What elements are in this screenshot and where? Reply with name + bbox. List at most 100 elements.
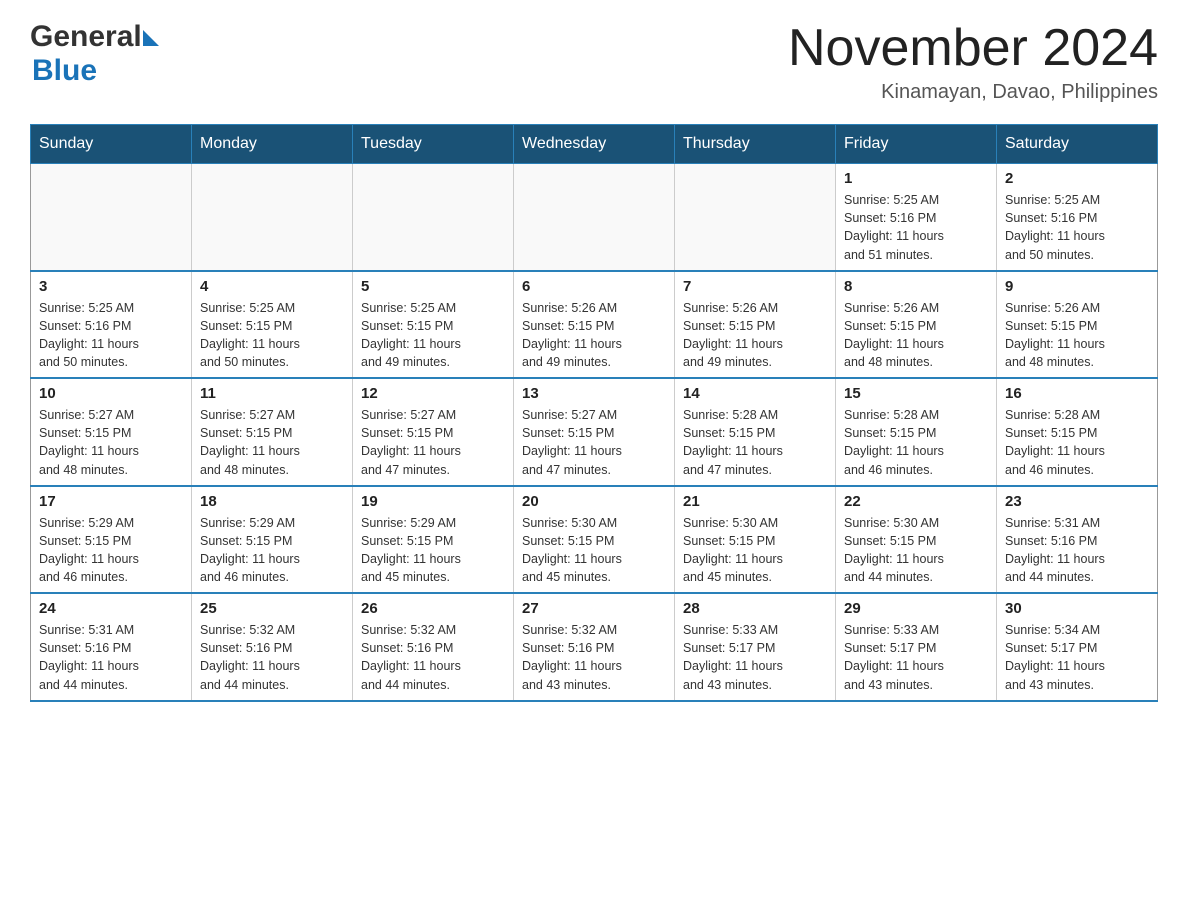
day-info: Sunrise: 5:26 AM Sunset: 5:15 PM Dayligh… <box>1005 299 1149 372</box>
header-cell-thursday: Thursday <box>675 125 836 164</box>
calendar-cell: 6 Sunrise: 5:26 AM Sunset: 5:15 PM Daylig… <box>514 271 675 379</box>
day-number: 4 <box>200 278 344 295</box>
day-info: Sunrise: 5:31 AM Sunset: 5:16 PM Dayligh… <box>39 621 183 694</box>
day-number: 9 <box>1005 278 1149 295</box>
day-number: 29 <box>844 600 988 617</box>
calendar-cell: 11 Sunrise: 5:27 AM Sunset: 5:15 PM Dayli… <box>192 378 353 486</box>
day-number: 2 <box>1005 170 1149 187</box>
day-info: Sunrise: 5:27 AM Sunset: 5:15 PM Dayligh… <box>200 406 344 479</box>
day-number: 16 <box>1005 385 1149 402</box>
day-info: Sunrise: 5:25 AM Sunset: 5:16 PM Dayligh… <box>39 299 183 372</box>
calendar-header: SundayMondayTuesdayWednesdayThursdayFrid… <box>31 125 1158 164</box>
title-section: November 2024 Kinamayan, Davao, Philippi… <box>788 20 1158 104</box>
day-info: Sunrise: 5:32 AM Sunset: 5:16 PM Dayligh… <box>361 621 505 694</box>
day-number: 26 <box>361 600 505 617</box>
calendar-cell: 17Sunrise: 5:29 AM Sunset: 5:15 PM Dayli… <box>31 486 192 594</box>
calendar-cell: 4Sunrise: 5:25 AM Sunset: 5:15 PM Daylig… <box>192 271 353 379</box>
calendar-body: 1 Sunrise: 5:25 AM Sunset: 5:16 PM Daylig… <box>31 164 1158 701</box>
calendar-cell: 25 Sunrise: 5:32 AM Sunset: 5:16 PM Dayli… <box>192 593 353 701</box>
calendar-cell: 30Sunrise: 5:34 AM Sunset: 5:17 PM Dayli… <box>997 593 1158 701</box>
day-number: 14 <box>683 385 827 402</box>
day-info: Sunrise: 5:30 AM Sunset: 5:15 PM Dayligh… <box>522 514 666 587</box>
logo: General Blue <box>30 20 159 88</box>
day-number: 18 <box>200 493 344 510</box>
day-info: Sunrise: 5:32 AM Sunset: 5:16 PM Dayligh… <box>200 621 344 694</box>
day-number: 13 <box>522 385 666 402</box>
calendar-cell: 15Sunrise: 5:28 AM Sunset: 5:15 PM Dayli… <box>836 378 997 486</box>
day-info: Sunrise: 5:32 AM Sunset: 5:16 PM Dayligh… <box>522 621 666 694</box>
calendar-cell: 23 Sunrise: 5:31 AM Sunset: 5:16 PM Dayli… <box>997 486 1158 594</box>
day-info: Sunrise: 5:26 AM Sunset: 5:15 PM Dayligh… <box>844 299 988 372</box>
header: General Blue November 2024 Kinamayan, Da… <box>30 20 1158 104</box>
calendar-cell: 27 Sunrise: 5:32 AM Sunset: 5:16 PM Dayli… <box>514 593 675 701</box>
day-info: Sunrise: 5:25 AM Sunset: 5:16 PM Dayligh… <box>844 191 988 264</box>
day-info: Sunrise: 5:29 AM Sunset: 5:15 PM Dayligh… <box>361 514 505 587</box>
calendar-cell <box>31 164 192 271</box>
day-info: Sunrise: 5:33 AM Sunset: 5:17 PM Dayligh… <box>683 621 827 694</box>
calendar-table: SundayMondayTuesdayWednesdayThursdayFrid… <box>30 124 1158 702</box>
day-number: 22 <box>844 493 988 510</box>
day-number: 30 <box>1005 600 1149 617</box>
calendar-cell: 16 Sunrise: 5:28 AM Sunset: 5:15 PM Dayli… <box>997 378 1158 486</box>
day-number: 21 <box>683 493 827 510</box>
calendar-cell: 18 Sunrise: 5:29 AM Sunset: 5:15 PM Dayli… <box>192 486 353 594</box>
day-number: 1 <box>844 170 988 187</box>
day-number: 27 <box>522 600 666 617</box>
day-number: 12 <box>361 385 505 402</box>
logo-chevron-icon <box>143 30 159 46</box>
week-row-4: 17Sunrise: 5:29 AM Sunset: 5:15 PM Dayli… <box>31 486 1158 594</box>
calendar-cell <box>353 164 514 271</box>
calendar-cell: 21 Sunrise: 5:30 AM Sunset: 5:15 PM Dayli… <box>675 486 836 594</box>
day-info: Sunrise: 5:25 AM Sunset: 5:16 PM Dayligh… <box>1005 191 1149 264</box>
day-info: Sunrise: 5:31 AM Sunset: 5:16 PM Dayligh… <box>1005 514 1149 587</box>
calendar-cell: 19 Sunrise: 5:29 AM Sunset: 5:15 PM Dayli… <box>353 486 514 594</box>
day-info: Sunrise: 5:29 AM Sunset: 5:15 PM Dayligh… <box>39 514 183 587</box>
header-cell-tuesday: Tuesday <box>353 125 514 164</box>
day-info: Sunrise: 5:27 AM Sunset: 5:15 PM Dayligh… <box>39 406 183 479</box>
day-info: Sunrise: 5:26 AM Sunset: 5:15 PM Dayligh… <box>683 299 827 372</box>
calendar-cell: 12Sunrise: 5:27 AM Sunset: 5:15 PM Dayli… <box>353 378 514 486</box>
day-info: Sunrise: 5:28 AM Sunset: 5:15 PM Dayligh… <box>683 406 827 479</box>
calendar-cell: 8 Sunrise: 5:26 AM Sunset: 5:15 PM Daylig… <box>836 271 997 379</box>
day-info: Sunrise: 5:30 AM Sunset: 5:15 PM Dayligh… <box>844 514 988 587</box>
main-title: November 2024 <box>788 20 1158 77</box>
day-info: Sunrise: 5:28 AM Sunset: 5:15 PM Dayligh… <box>1005 406 1149 479</box>
location-subtitle: Kinamayan, Davao, Philippines <box>788 81 1158 104</box>
day-number: 25 <box>200 600 344 617</box>
day-number: 10 <box>39 385 183 402</box>
day-number: 19 <box>361 493 505 510</box>
header-cell-saturday: Saturday <box>997 125 1158 164</box>
calendar-cell <box>192 164 353 271</box>
calendar-cell: 3Sunrise: 5:25 AM Sunset: 5:16 PM Daylig… <box>31 271 192 379</box>
header-cell-wednesday: Wednesday <box>514 125 675 164</box>
logo-blue-text: Blue <box>32 54 97 88</box>
calendar-cell: 10 Sunrise: 5:27 AM Sunset: 5:15 PM Dayli… <box>31 378 192 486</box>
header-row: SundayMondayTuesdayWednesdayThursdayFrid… <box>31 125 1158 164</box>
day-info: Sunrise: 5:25 AM Sunset: 5:15 PM Dayligh… <box>361 299 505 372</box>
calendar-cell: 24 Sunrise: 5:31 AM Sunset: 5:16 PM Dayli… <box>31 593 192 701</box>
day-number: 8 <box>844 278 988 295</box>
day-number: 23 <box>1005 493 1149 510</box>
day-info: Sunrise: 5:29 AM Sunset: 5:15 PM Dayligh… <box>200 514 344 587</box>
day-number: 6 <box>522 278 666 295</box>
day-info: Sunrise: 5:26 AM Sunset: 5:15 PM Dayligh… <box>522 299 666 372</box>
header-cell-sunday: Sunday <box>31 125 192 164</box>
day-info: Sunrise: 5:27 AM Sunset: 5:15 PM Dayligh… <box>522 406 666 479</box>
calendar-cell: 20 Sunrise: 5:30 AM Sunset: 5:15 PM Dayli… <box>514 486 675 594</box>
day-number: 5 <box>361 278 505 295</box>
day-info: Sunrise: 5:30 AM Sunset: 5:15 PM Dayligh… <box>683 514 827 587</box>
calendar-cell: 5 Sunrise: 5:25 AM Sunset: 5:15 PM Daylig… <box>353 271 514 379</box>
calendar-cell <box>514 164 675 271</box>
day-number: 28 <box>683 600 827 617</box>
calendar-cell: 13 Sunrise: 5:27 AM Sunset: 5:15 PM Dayli… <box>514 378 675 486</box>
day-number: 7 <box>683 278 827 295</box>
calendar-cell: 2 Sunrise: 5:25 AM Sunset: 5:16 PM Daylig… <box>997 164 1158 271</box>
calendar-cell: 26 Sunrise: 5:32 AM Sunset: 5:16 PM Dayli… <box>353 593 514 701</box>
week-row-3: 10 Sunrise: 5:27 AM Sunset: 5:15 PM Dayli… <box>31 378 1158 486</box>
calendar-cell <box>675 164 836 271</box>
day-number: 11 <box>200 385 344 402</box>
header-cell-monday: Monday <box>192 125 353 164</box>
day-number: 24 <box>39 600 183 617</box>
day-number: 20 <box>522 493 666 510</box>
calendar-cell: 29Sunrise: 5:33 AM Sunset: 5:17 PM Dayli… <box>836 593 997 701</box>
